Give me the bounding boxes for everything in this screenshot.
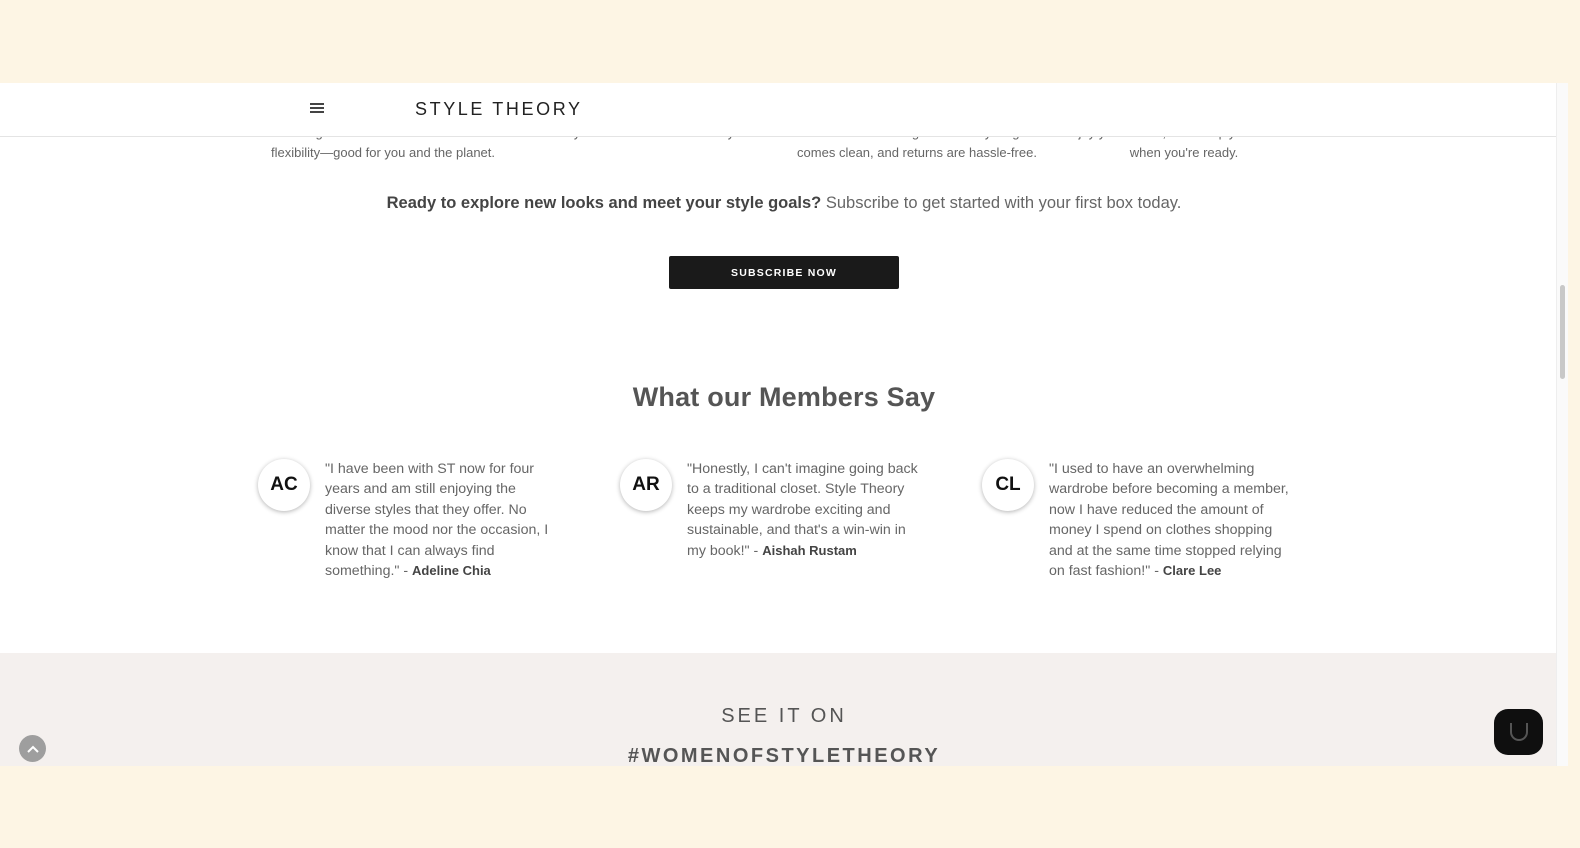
site-header: STYLE THEORY xyxy=(0,83,1556,137)
testimonials-title: What our Members Say xyxy=(632,382,936,412)
feature-line: when you're ready. xyxy=(1129,145,1239,160)
testimonial-quote: "Honestly, I can't imagine going back to… xyxy=(687,459,927,561)
see-it-on-title: SEE IT ON xyxy=(721,705,847,727)
feature-line: flexibility—good for you and the planet. xyxy=(270,145,496,160)
quote-text: "I have been with ST now for four years … xyxy=(325,461,549,580)
hashtag-title[interactable]: #WOMENOFSTYLETHEORY xyxy=(0,745,1568,766)
cta-bold-text: Ready to explore new looks and meet your… xyxy=(386,194,822,212)
avatar: AC xyxy=(258,459,310,511)
quote-author: Adeline Chia xyxy=(412,563,491,579)
testimonial-quote: "I have been with ST now for four years … xyxy=(325,459,565,581)
bottom-band xyxy=(0,766,1580,848)
chat-button[interactable] xyxy=(1494,709,1543,755)
chevron-up-icon xyxy=(26,745,39,753)
scrollbar-thumb[interactable] xyxy=(1560,285,1565,379)
chat-icon xyxy=(1509,723,1528,741)
site-logo[interactable]: STYLE THEORY xyxy=(415,99,583,120)
cta-rest-text: Subscribe to get started with your first… xyxy=(821,194,1182,212)
hamburger-menu-icon[interactable] xyxy=(310,103,324,115)
avatar: AR xyxy=(620,459,672,511)
scrollbar[interactable] xyxy=(1556,83,1568,766)
avatar: CL xyxy=(982,459,1034,511)
quote-text: "I used to have an overwhelming wardrobe… xyxy=(1049,461,1289,580)
see-it-on-section: SEE IT ON #WOMENOFSTYLETHEORY xyxy=(0,653,1568,766)
feature-line: comes clean, and returns are hassle-free… xyxy=(797,145,1037,160)
quote-author: Clare Lee xyxy=(1162,563,1222,579)
cta-text: Ready to explore new looks and meet your… xyxy=(0,194,1568,213)
back-to-top-button[interactable] xyxy=(19,735,46,762)
page-viewport: Renting means less waste and more flexib… xyxy=(0,83,1568,766)
testimonial-quote: "I used to have an overwhelming wardrobe… xyxy=(1049,459,1289,581)
subscribe-now-button[interactable]: SUBSCRIBE NOW xyxy=(669,256,899,289)
quote-author: Aishah Rustam xyxy=(762,542,857,558)
